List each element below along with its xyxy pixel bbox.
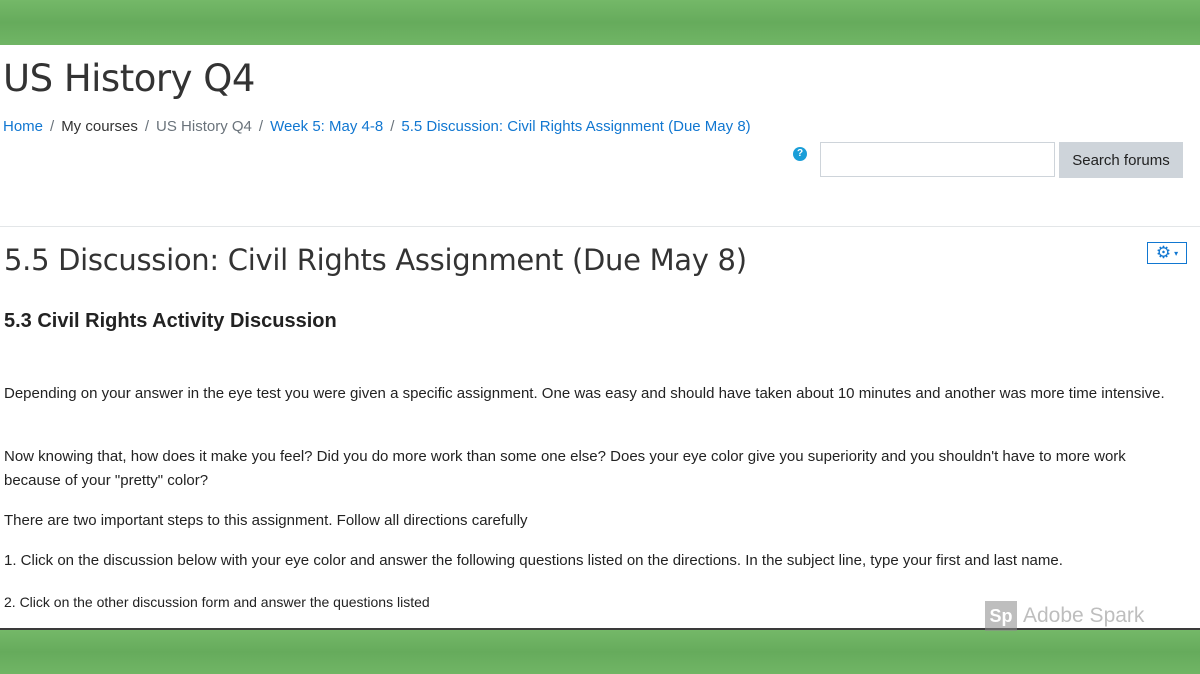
search-forums-input[interactable] [820,142,1055,177]
breadcrumb-my-courses[interactable]: My courses [61,118,138,135]
breadcrumb-separator: / [258,118,264,135]
breadcrumb: Home / My courses / US History Q4 / Week 5: Ma… [3,118,751,135]
adobe-spark-logo-icon: Sp [985,601,1017,631]
breadcrumb-separator: / [144,118,150,135]
breadcrumb-home[interactable]: Home [3,118,43,135]
intro-paragraph: Depending on your answer in the eye test… [4,385,1165,402]
help-icon[interactable]: ? [793,147,807,161]
forum-page: US History Q4 Home / My courses / US History… [0,45,1200,628]
breadcrumb-course[interactable]: US History Q4 [156,118,252,135]
settings-menu-button[interactable]: ⚙ ▾ [1147,242,1187,264]
intro-paragraph: Now knowing that, how does it make you f… [4,448,1126,489]
activity-heading: 5.3 Civil Rights Activity Discussion [4,310,337,332]
gear-icon: ⚙ [1155,243,1172,262]
breadcrumb-separator: / [50,118,55,135]
breadcrumb-week[interactable]: Week 5: May 4-8 [270,118,383,135]
background-top [0,0,1200,45]
breadcrumb-discussion[interactable]: 5.5 Discussion: Civil Rights Assignment … [401,118,750,135]
caret-down-icon: ▾ [1174,248,1179,258]
adobe-spark-watermark: Sp Adobe Spark [985,600,1144,632]
watermark-text: Adobe Spark [1023,604,1145,627]
instruction-step-1: 1. Click on the discussion below with yo… [4,552,1063,569]
search-forums-button[interactable]: Search forums [1059,142,1183,178]
discussion-title: 5.5 Discussion: Civil Rights Assignment … [4,243,747,277]
breadcrumb-separator: / [390,118,395,135]
course-title: US History Q4 [3,57,255,100]
header-divider [0,226,1200,227]
intro-paragraph: There are two important steps to this as… [4,512,528,529]
background-bottom [0,628,1200,674]
